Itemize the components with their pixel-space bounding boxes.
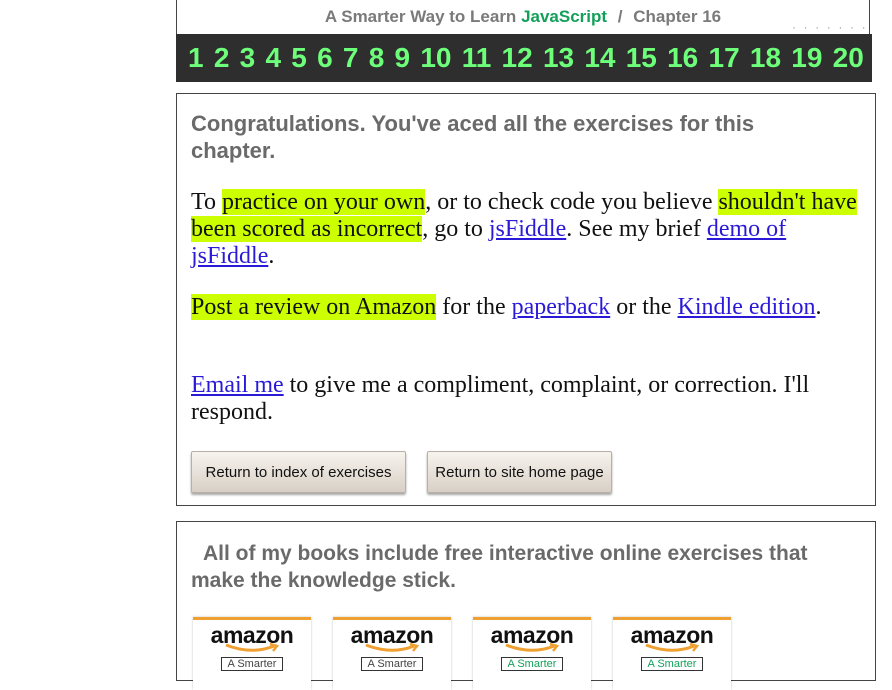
p1-text-3: , go to (422, 216, 489, 242)
email-paragraph: Email me to give me a compliment, compla… (191, 372, 871, 426)
chapter-link-6[interactable]: 6 (317, 42, 333, 74)
book-card[interactable]: amazon A Smarter (473, 617, 591, 690)
p2-text-3: . (815, 294, 822, 320)
chapter-link-10[interactable]: 10 (420, 42, 451, 74)
chapter-link-17[interactable]: 17 (709, 42, 740, 74)
header-prefix: A Smarter Way to Learn (324, 7, 517, 26)
chapter-link-1[interactable]: 1 (188, 42, 204, 74)
chapter-link-11[interactable]: 11 (462, 42, 492, 74)
header-separator: / (617, 7, 623, 26)
p1-text-5: . (268, 243, 275, 269)
p1-text-1: To (191, 189, 222, 215)
header-language: JavaScript (521, 7, 608, 26)
chapter-link-16[interactable]: 16 (667, 42, 698, 74)
jsfiddle-link[interactable]: jsFiddle (489, 216, 566, 242)
amazon-logo: amazon (490, 622, 574, 648)
p3-text-1: to give me a compliment, complaint, or c… (191, 372, 810, 425)
chapter-link-15[interactable]: 15 (626, 42, 657, 74)
chapter-link-20[interactable]: 20 (833, 42, 864, 74)
books-heading: All of my books include free interactive… (191, 542, 808, 592)
book-card[interactable]: amazon A Smarter (613, 617, 731, 690)
chapter-link-8[interactable]: 8 (369, 42, 385, 74)
books-panel: All of my books include free interactive… (176, 521, 876, 690)
amazon-logo: amazon (350, 622, 434, 648)
book-card[interactable]: amazon A Smarter (333, 617, 451, 690)
chapter-link-14[interactable]: 14 (584, 42, 615, 74)
chapter-link-9[interactable]: 9 (395, 42, 411, 74)
kindle-edition-link[interactable]: Kindle edition (678, 294, 816, 320)
chapter-nav: 1 2 3 4 5 6 7 8 9 10 11 12 13 14 15 16 1… (176, 34, 872, 82)
chapter-link-19[interactable]: 19 (791, 42, 822, 74)
chapter-link-18[interactable]: 18 (750, 42, 781, 74)
chapter-link-12[interactable]: 12 (502, 42, 533, 74)
practice-paragraph: To practice on your own, or to check cod… (191, 189, 871, 270)
p1-highlight-1: practice on your own (221, 189, 426, 215)
return-to-index-button[interactable]: Return to index of exercises (191, 451, 406, 493)
amazon-logo: amazon (630, 622, 714, 648)
review-paragraph: Post a review on Amazon for the paperbac… (191, 294, 871, 321)
p1-text-2: , or to check code you believe (425, 189, 719, 215)
p1-text-4: . See my brief (566, 216, 707, 242)
chapter-link-2[interactable]: 2 (214, 42, 230, 74)
p2-text-2: or the (610, 294, 678, 320)
header-chapter: Chapter 16 (633, 7, 722, 26)
chapter-link-7[interactable]: 7 (343, 42, 359, 74)
congrats-heading: Congratulations. You've aced all the exe… (191, 111, 755, 163)
p2-highlight: Post a review on Amazon (191, 294, 437, 320)
p2-text-1: for the (436, 294, 512, 320)
paperback-link[interactable]: paperback (512, 294, 611, 320)
amazon-logo: amazon (210, 622, 294, 648)
chapter-link-3[interactable]: 3 (240, 42, 256, 74)
chapter-link-13[interactable]: 13 (543, 42, 574, 74)
chapter-link-4[interactable]: 4 (265, 42, 281, 74)
page-header: A Smarter Way to Learn JavaScript / Chap… (176, 0, 870, 34)
email-me-link[interactable]: Email me (191, 372, 284, 398)
completion-panel: Congratulations. You've aced all the exe… (176, 93, 876, 506)
book-card[interactable]: amazon A Smarter (193, 617, 311, 690)
chapter-link-5[interactable]: 5 (291, 42, 307, 74)
return-to-home-button[interactable]: Return to site home page (427, 451, 612, 493)
